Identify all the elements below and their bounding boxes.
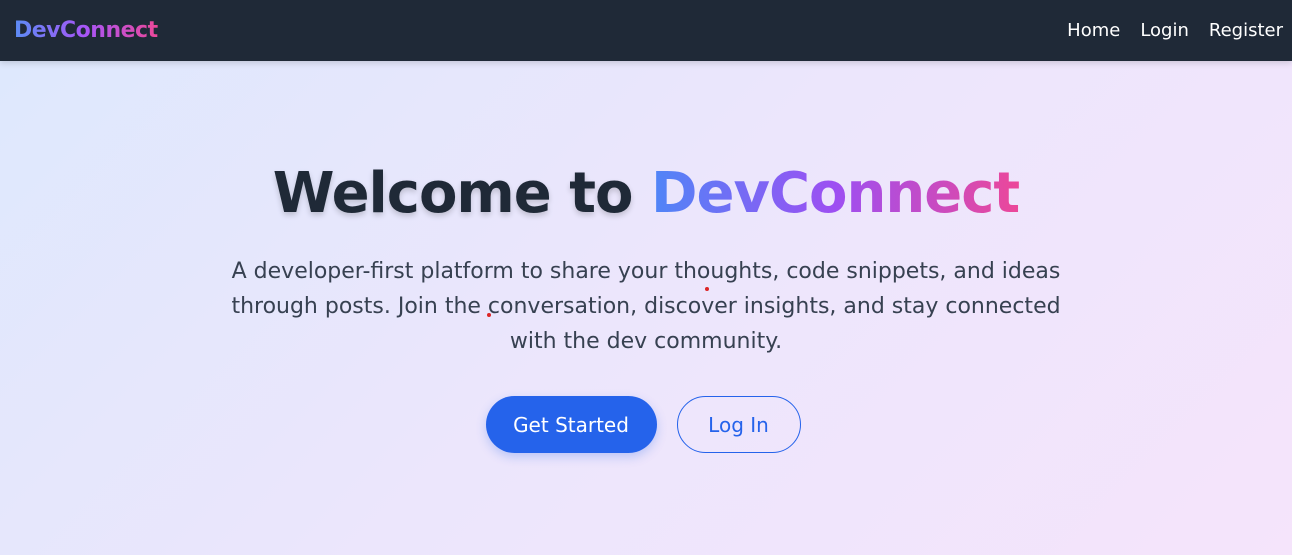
hero-section: Welcome to DevConnect A developer-first …	[0, 61, 1292, 555]
log-in-button[interactable]: Log In	[676, 396, 801, 453]
nav-links: Home Login Register	[1047, 20, 1283, 41]
nav-link-register[interactable]: Register	[1209, 20, 1283, 41]
hero-title: Welcome to DevConnect	[0, 161, 1292, 226]
nav-link-login[interactable]: Login	[1140, 20, 1189, 41]
hero-buttons: Get Started Log In	[0, 396, 1292, 453]
hero-description: A developer-first platform to share your…	[231, 259, 1061, 354]
cursor-dot	[705, 287, 709, 291]
hero-title-prefix: Welcome to	[272, 161, 651, 226]
brand-logo[interactable]: DevConnect	[14, 18, 158, 43]
hero-title-accent: DevConnect	[650, 161, 1020, 226]
get-started-button[interactable]: Get Started	[485, 396, 657, 453]
nav-link-home[interactable]: Home	[1067, 20, 1120, 41]
navbar: DevConnect Home Login Register	[0, 0, 1292, 61]
cursor-dot	[487, 313, 491, 317]
